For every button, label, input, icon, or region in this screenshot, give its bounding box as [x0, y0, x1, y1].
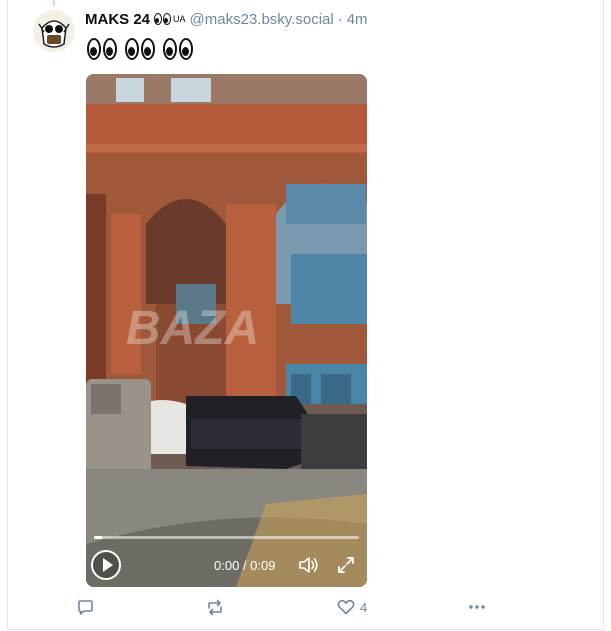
post-text	[87, 38, 193, 60]
post-timestamp[interactable]: 4m	[347, 11, 368, 28]
avatar[interactable]	[33, 10, 75, 52]
repost-button[interactable]	[206, 596, 224, 618]
video-progress-bar[interactable]	[94, 536, 359, 539]
video-frame: BAZA	[86, 74, 367, 587]
video-player[interactable]: BAZA 0:00 / 0:09	[86, 74, 367, 587]
header-separator: ·	[337, 10, 343, 28]
repost-icon	[208, 599, 222, 615]
video-watermark: BAZA	[126, 302, 259, 355]
avatar-image	[33, 10, 75, 52]
post-actions: 4	[8, 596, 605, 618]
like-button[interactable]: 4	[337, 596, 367, 618]
post-header: MAKS 24 UA @maks23.bsky.social · 4m	[85, 9, 368, 29]
eyes-emoji-icon	[154, 13, 172, 25]
eyes-emoji-icon	[163, 38, 193, 60]
more-options-button[interactable]	[468, 596, 486, 618]
video-time-display: 0:00 / 0:09	[214, 558, 276, 573]
author-name[interactable]: MAKS 24	[85, 11, 150, 28]
author-handle[interactable]: @maks23.bsky.social	[190, 11, 334, 28]
video-progress-fill	[94, 536, 102, 539]
like-count: 4	[360, 599, 368, 615]
eyes-emoji-icon	[125, 38, 155, 60]
reply-button[interactable]	[77, 596, 94, 618]
play-button[interactable]	[91, 550, 121, 580]
more-icon	[469, 605, 485, 609]
volume-icon[interactable]	[298, 556, 320, 574]
author-badge: UA	[173, 14, 186, 24]
eyes-emoji-icon	[87, 38, 117, 60]
post-card[interactable]: MAKS 24 UA @maks23.bsky.social · 4m BAZA…	[7, 0, 604, 630]
heart-icon	[337, 599, 355, 615]
reply-icon	[78, 599, 93, 615]
fullscreen-icon[interactable]	[336, 555, 356, 575]
thread-connector-line	[53, 0, 55, 6]
